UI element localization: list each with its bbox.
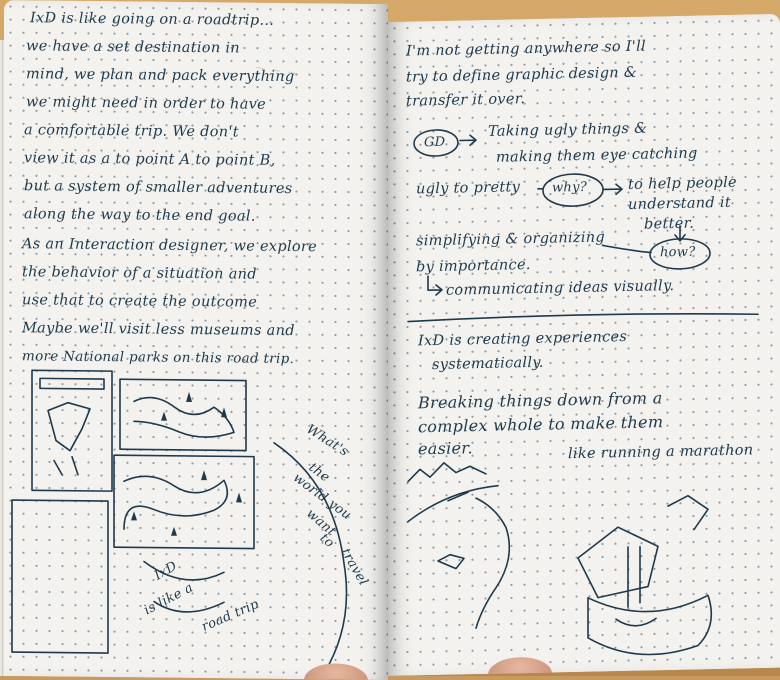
why-bubble-label: why? (552, 179, 588, 196)
left-line-6: view it as a to point A to point B, (24, 150, 276, 169)
mountain-and-island-sketch (407, 462, 713, 656)
left-page: ~ ~ ~ IxD is like going on a roadtrip...… (4, 0, 388, 680)
help-line-3: better. (644, 215, 695, 233)
left-line-5: a comfortable trip. We don't (24, 122, 239, 141)
ixd-line-2: systematically. (432, 354, 544, 374)
left-line-8: along the way to the end goal. (24, 206, 256, 225)
ugly-to-pretty: ugly to pretty (416, 179, 521, 198)
right-page: I'm not getting anywhere so I'll try to … (388, 13, 780, 677)
flow-taking-ugly: Taking ugly things & (488, 120, 648, 140)
left-line-9: As an Interaction designer, we explore (22, 236, 318, 256)
help-line-2: understand it (628, 194, 731, 213)
left-line-2: we have a set destination in (26, 38, 240, 57)
left-line-12: Maybe we'll visit less museums and (22, 320, 295, 340)
how-bubble-label: how? (660, 244, 696, 261)
left-line-4: we might need in order to have (26, 94, 267, 113)
left-line-1: IxD is like going on a roadtrip... (30, 10, 275, 29)
left-line-7: but a system of smaller adventures (24, 178, 293, 198)
left-line-3: mind, we plan and pack everything (26, 66, 295, 86)
help-line-1: to help people (628, 174, 737, 193)
wireframe-sketches (11, 369, 348, 675)
left-line-11: use that to create the outcome (22, 292, 258, 311)
gd-bubble-label: GD (424, 134, 446, 151)
left-line-10: the behavior of a situation and (22, 264, 257, 283)
importance-line: by importance. (416, 257, 531, 276)
open-notebook: ~ ~ ~ IxD is like going on a roadtrip...… (0, 0, 780, 680)
